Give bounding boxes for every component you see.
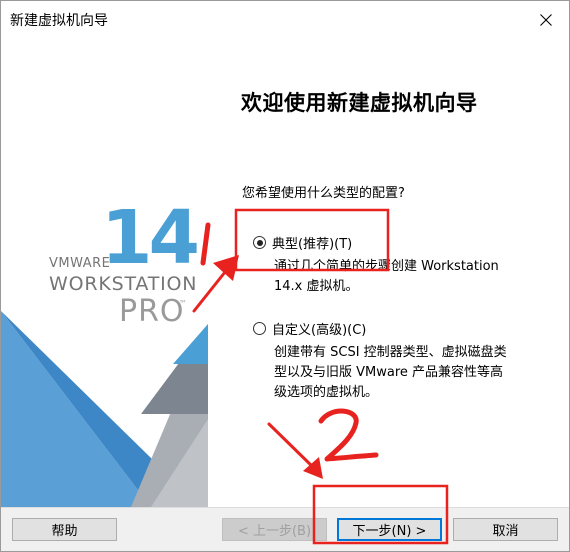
- brand-product: WORKSTATION: [49, 273, 198, 295]
- typical-label: 典型(推荐)(T): [272, 237, 353, 252]
- close-button[interactable]: [523, 1, 569, 39]
- custom-label: 自定义(高级)(C): [272, 323, 367, 338]
- brand-edition: PRO: [119, 294, 185, 329]
- config-question: 您希望使用什么类型的配置?: [242, 186, 405, 201]
- typical-desc-line: 通过几个简单的步骤创建 Workstation: [274, 259, 499, 274]
- number-two-stroke: [318, 408, 379, 462]
- custom-desc-line: 级选项的虚拟机。: [274, 385, 379, 400]
- back-button[interactable]: < 上一步(B): [222, 518, 327, 541]
- brand-version: 14: [101, 195, 200, 281]
- typical-description: 通过几个简单的步骤创建 Workstation 14.x 虚拟机。: [274, 257, 499, 297]
- title-bar: 新建虚拟机向导: [1, 1, 569, 39]
- typical-option[interactable]: 典型(推荐)(T): [253, 233, 352, 252]
- custom-desc-line: 创建带有 SCSI 控制器类型、虚拟磁盘类: [274, 345, 507, 360]
- button-bar: 帮助 < 上一步(B) 下一步(N) > 取消: [1, 507, 569, 551]
- custom-description: 创建带有 SCSI 控制器类型、虚拟磁盘类 型以及与旧版 VMware 产品兼容…: [274, 343, 507, 403]
- custom-desc-line: 型以及与旧版 VMware 产品兼容性等高: [274, 365, 504, 380]
- page-title: 欢迎使用新建虚拟机向导: [241, 91, 478, 115]
- arrow-two-head: [303, 457, 323, 479]
- brand-vmware: VMWARE: [49, 256, 111, 271]
- close-icon: [540, 14, 552, 26]
- arrow-two-shaft: [267, 422, 319, 473]
- next-button[interactable]: 下一步(N) >: [337, 518, 442, 541]
- branding-panel: 14 VMWARE WORKSTATION PRO ™: [1, 39, 208, 507]
- typical-radio[interactable]: [253, 236, 266, 249]
- window-title: 新建虚拟机向导: [10, 13, 108, 29]
- arrow-one-head: [213, 255, 239, 281]
- wizard-window: 新建虚拟机向导 14 VMWARE WORKSTATION PRO ™ 欢迎使用…: [0, 0, 570, 552]
- help-button[interactable]: 帮助: [12, 518, 117, 541]
- typical-desc-line: 14.x 虚拟机。: [274, 279, 359, 294]
- brand-trademark: ™: [179, 299, 187, 308]
- custom-option[interactable]: 自定义(高级)(C): [253, 319, 366, 338]
- cancel-button[interactable]: 取消: [453, 518, 558, 541]
- custom-radio[interactable]: [253, 322, 266, 335]
